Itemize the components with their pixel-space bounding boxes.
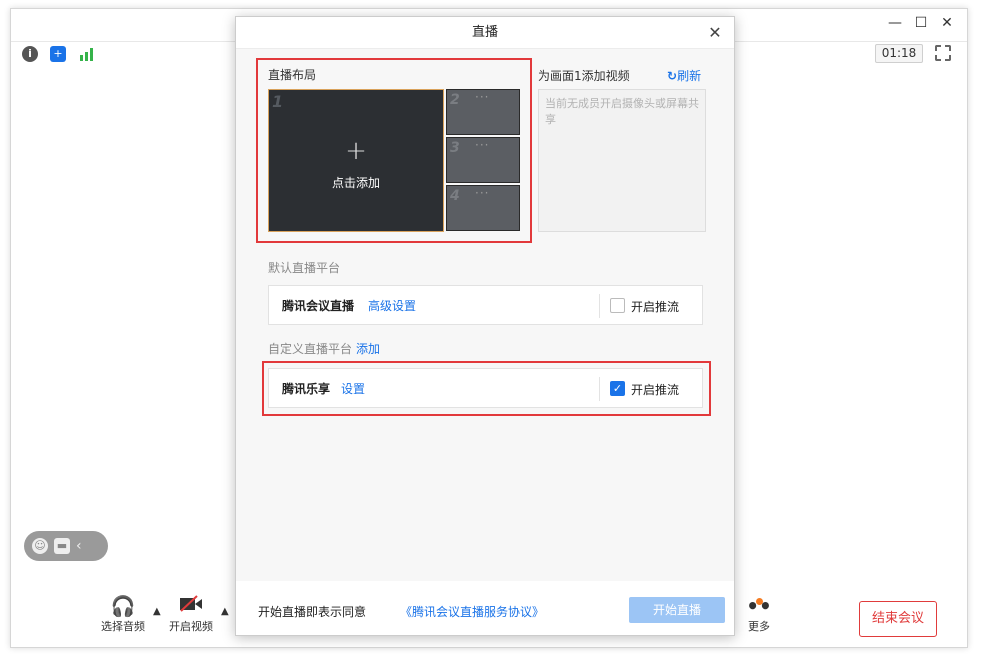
headphone-icon: 🎧 (110, 594, 136, 618)
more-label: 更多 (748, 620, 770, 633)
tile-more-icon[interactable]: ··· (475, 138, 489, 152)
add-platform-link[interactable]: 添加 (356, 340, 380, 357)
refresh-icon: ↻ (667, 69, 678, 83)
video-options-arrow[interactable]: ▲ (221, 606, 229, 617)
push-stream-label[interactable]: 开启推流 (631, 381, 679, 398)
video-source-list: 当前无成员开启摄像头或屏幕共享 (538, 89, 706, 232)
tile-number: 2 (450, 92, 460, 108)
floating-toolbar: ☺ ▬ ‹ (24, 531, 108, 561)
collapse-icon[interactable]: ‹ (76, 538, 82, 554)
add-icon: + (345, 136, 367, 166)
refresh-button[interactable]: ↻刷新 (667, 67, 701, 84)
tile-more-icon[interactable]: ··· (475, 186, 489, 200)
audio-options-arrow[interactable]: ▲ (153, 606, 161, 617)
tile-number: 4 (450, 188, 460, 204)
signal-icon[interactable] (78, 46, 94, 62)
close-window-button[interactable]: ✕ (937, 15, 957, 31)
layout-tile-4[interactable]: 4 ··· (446, 185, 520, 231)
video-button[interactable]: 开启视频 (161, 594, 221, 634)
refresh-label: 刷新 (677, 69, 702, 83)
video-label: 开启视频 (169, 620, 213, 633)
tile-more-icon[interactable]: ··· (475, 90, 489, 104)
dialog-title: 直播 (236, 17, 734, 49)
emoji-icon[interactable]: ☺ (32, 538, 48, 554)
notification-dot (756, 598, 763, 605)
shield-icon[interactable]: + (50, 46, 66, 62)
push-stream-checkbox[interactable] (610, 298, 625, 313)
agreement-link[interactable]: 《腾讯会议直播服务协议》 (400, 603, 544, 620)
divider (599, 294, 600, 318)
audio-label: 选择音频 (101, 620, 145, 633)
default-platform-row: 腾讯会议直播 高级设置 开启推流 (268, 285, 703, 325)
layout-tile-1[interactable]: 1 + 点击添加 (268, 89, 444, 232)
platform-name: 腾讯会议直播 (282, 299, 355, 313)
push-stream-checkbox[interactable]: ✓ (610, 381, 625, 396)
camera-off-icon (161, 594, 221, 618)
minimize-button[interactable]: — (885, 15, 905, 31)
advanced-settings-link[interactable]: 高级设置 (368, 297, 416, 314)
end-meeting-button[interactable]: 结束会议 (859, 601, 937, 637)
empty-hint: 当前无成员开启摄像头或屏幕共享 (545, 97, 699, 126)
dialog-close-button[interactable]: ✕ (706, 23, 724, 42)
maximize-button[interactable]: ☐ (911, 15, 931, 31)
layout-title: 直播布局 (268, 68, 317, 82)
push-stream-label[interactable]: 开启推流 (631, 298, 679, 315)
layout-tile-3[interactable]: 3 ··· (446, 137, 520, 183)
default-platform-title: 默认直播平台 (268, 261, 341, 275)
custom-platform-title: 自定义直播平台 (268, 342, 353, 356)
layout-tile-2[interactable]: 2 ··· (446, 89, 520, 135)
fullscreen-icon[interactable] (935, 45, 951, 61)
chat-icon[interactable]: ▬ (54, 538, 70, 554)
agree-text: 开始直播即表示同意 (258, 605, 367, 619)
tile-number: 3 (450, 140, 460, 156)
video-source-title: 为画面1添加视频 (538, 69, 630, 83)
start-live-button[interactable]: 开始直播 (629, 597, 725, 623)
audio-button[interactable]: 🎧 选择音频 (93, 594, 153, 634)
add-label: 点击添加 (331, 176, 380, 190)
divider (599, 377, 600, 401)
settings-link[interactable]: 设置 (341, 380, 365, 397)
custom-platform-row: 腾讯乐享 设置 ✓ 开启推流 (268, 368, 703, 408)
meeting-timer: 01:18 (875, 44, 923, 63)
platform-name: 腾讯乐享 (282, 382, 331, 396)
info-icon[interactable]: i (22, 46, 38, 62)
tile-number: 1 (272, 92, 284, 111)
